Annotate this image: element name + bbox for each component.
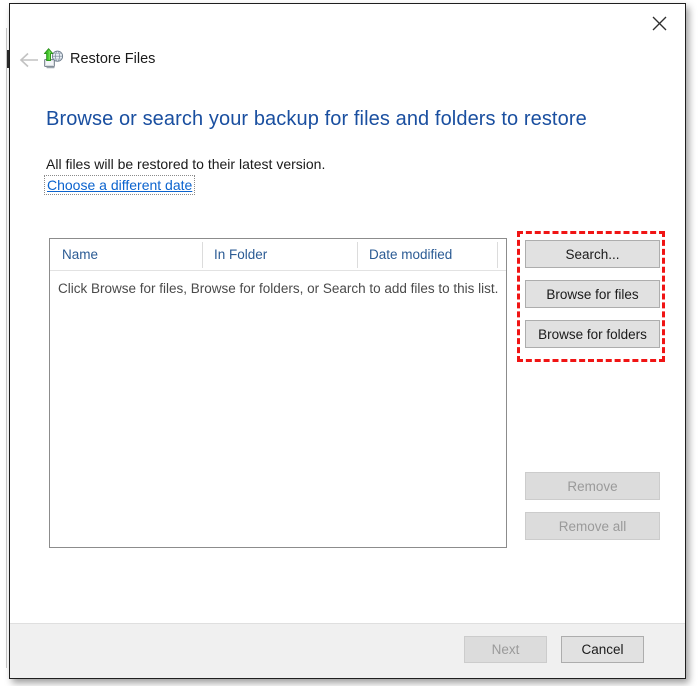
restore-files-icon xyxy=(41,47,65,71)
app-title: Restore Files xyxy=(70,48,155,70)
column-header-name[interactable]: Name xyxy=(50,239,202,270)
browse-for-files-button[interactable]: Browse for files xyxy=(525,280,660,308)
file-list-box[interactable]: Name In Folder Date modified Click Brows… xyxy=(49,238,507,548)
cancel-button[interactable]: Cancel xyxy=(561,636,644,663)
column-header-in-folder[interactable]: In Folder xyxy=(202,239,357,270)
file-list-header: Name In Folder Date modified xyxy=(50,239,506,271)
back-arrow-icon xyxy=(19,52,40,71)
column-header-date-modified[interactable]: Date modified xyxy=(357,239,497,270)
next-button: Next xyxy=(464,636,547,663)
choose-different-date-link[interactable]: Choose a different date xyxy=(45,176,194,194)
close-icon xyxy=(652,16,667,31)
browse-for-folders-button[interactable]: Browse for folders xyxy=(525,320,660,348)
dialog-content: Browse or search your backup for files a… xyxy=(10,80,685,624)
remove-all-button: Remove all xyxy=(525,512,660,540)
close-button[interactable] xyxy=(637,8,681,38)
remove-button: Remove xyxy=(525,472,660,500)
page-heading: Browse or search your backup for files a… xyxy=(46,108,587,131)
column-divider-3[interactable] xyxy=(497,242,498,268)
search-button[interactable]: Search... xyxy=(525,240,660,268)
intro-text: All files will be restored to their late… xyxy=(46,156,325,172)
background-window-sliver xyxy=(0,0,9,686)
dialog-footer: Next Cancel xyxy=(10,623,685,678)
restore-files-dialog: Restore Files Browse or search your back… xyxy=(9,3,686,679)
file-list-empty-message: Click Browse for files, Browse for folde… xyxy=(58,281,498,296)
navigation-row: Restore Files xyxy=(10,44,685,80)
title-bar xyxy=(10,4,685,44)
